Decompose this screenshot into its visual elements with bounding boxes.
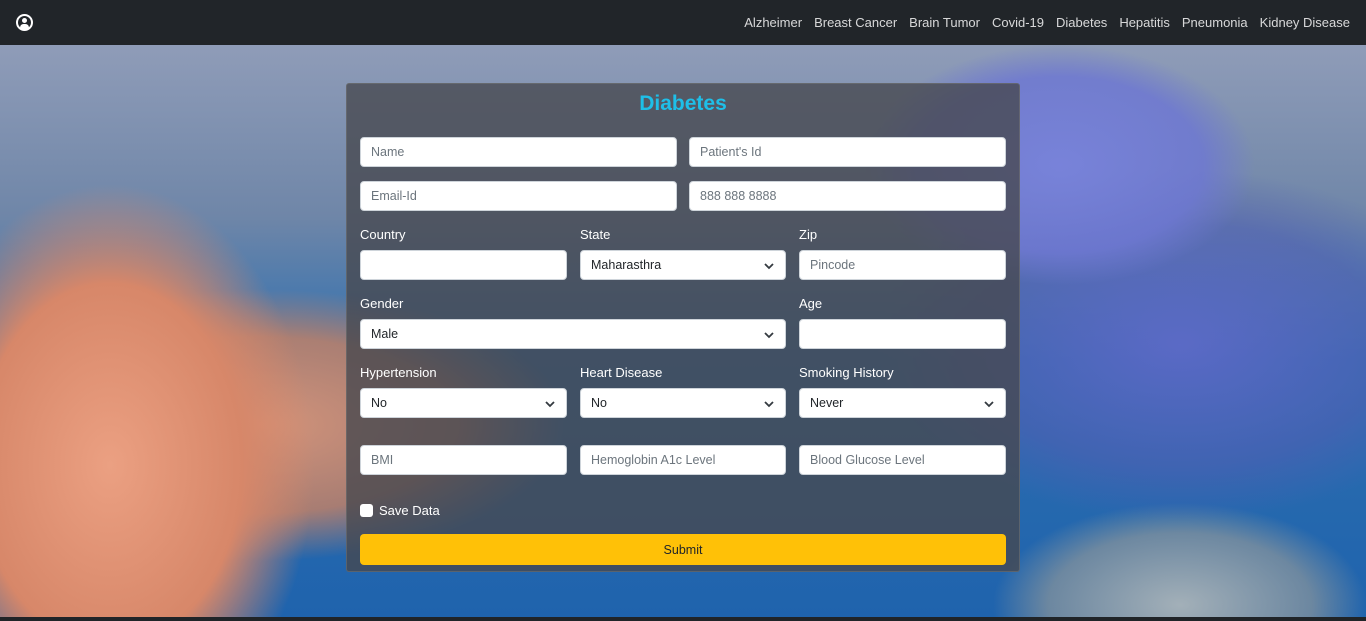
save-data-checkbox[interactable] — [360, 504, 373, 517]
nav-link-diabetes[interactable]: Diabetes — [1050, 15, 1113, 30]
heart-disease-select-value: No — [591, 396, 607, 410]
nav-link-covid-19[interactable]: Covid-19 — [986, 15, 1050, 30]
name-input[interactable]: Name — [360, 137, 677, 167]
age-label: Age — [799, 296, 823, 311]
user-account-icon[interactable] — [16, 14, 33, 31]
smoking-history-select[interactable]: Never — [799, 388, 1006, 418]
heart-disease-select[interactable]: No — [580, 388, 786, 418]
smoking-history-select-value: Never — [810, 396, 844, 410]
chevron-down-icon — [545, 401, 555, 408]
hypertension-select-value: No — [371, 396, 387, 410]
state-select-value: Maharasthra — [591, 258, 662, 272]
nav-link-pneumonia[interactable]: Pneumonia — [1176, 15, 1254, 30]
chevron-down-icon — [764, 401, 774, 408]
diabetes-form-card: Diabetes Name Patient's Id Email-Id 888 … — [346, 83, 1020, 572]
heart-disease-label: Heart Disease — [580, 365, 663, 380]
email-input[interactable]: Email-Id — [360, 181, 677, 211]
state-select[interactable]: Maharasthra — [580, 250, 786, 280]
form-title: Diabetes — [639, 92, 727, 115]
blood-glucose-input[interactable]: Blood Glucose Level — [799, 445, 1006, 475]
gender-select-value: Male — [371, 327, 399, 341]
age-input[interactable] — [799, 319, 1006, 349]
nav-link-hepatitis[interactable]: Hepatitis — [1113, 15, 1176, 30]
nav-link-kidney-disease[interactable]: Kidney Disease — [1254, 15, 1350, 30]
navbar: Alzheimer Breast Cancer Brain Tumor Covi… — [0, 0, 1366, 45]
chevron-down-icon — [764, 263, 774, 270]
nav-links: Alzheimer Breast Cancer Brain Tumor Covi… — [738, 15, 1350, 30]
nav-link-brain-tumor[interactable]: Brain Tumor — [903, 15, 986, 30]
gender-select[interactable]: Male — [360, 319, 786, 349]
zip-input[interactable]: Pincode — [799, 250, 1006, 280]
country-label: Country — [360, 227, 406, 242]
nav-link-alzheimer[interactable]: Alzheimer — [738, 15, 808, 30]
smoking-history-label: Smoking History — [799, 365, 894, 380]
chevron-down-icon — [984, 401, 994, 408]
submit-button[interactable]: Submit — [360, 534, 1006, 565]
hypertension-label: Hypertension — [360, 365, 437, 380]
state-label: State — [580, 227, 611, 242]
hba1c-input[interactable]: Hemoglobin A1c Level — [580, 445, 786, 475]
gender-label: Gender — [360, 296, 404, 311]
bmi-input[interactable]: BMI — [360, 445, 567, 475]
phone-input[interactable]: 888 888 8888 — [689, 181, 1006, 211]
chevron-down-icon — [764, 332, 774, 339]
save-data-label: Save Data — [379, 503, 440, 518]
country-input[interactable] — [360, 250, 567, 280]
zip-label: Zip — [799, 227, 818, 242]
bottom-strip — [0, 617, 1366, 621]
patient-id-input[interactable]: Patient's Id — [689, 137, 1006, 167]
hypertension-select[interactable]: No — [360, 388, 567, 418]
nav-link-breast-cancer[interactable]: Breast Cancer — [808, 15, 903, 30]
